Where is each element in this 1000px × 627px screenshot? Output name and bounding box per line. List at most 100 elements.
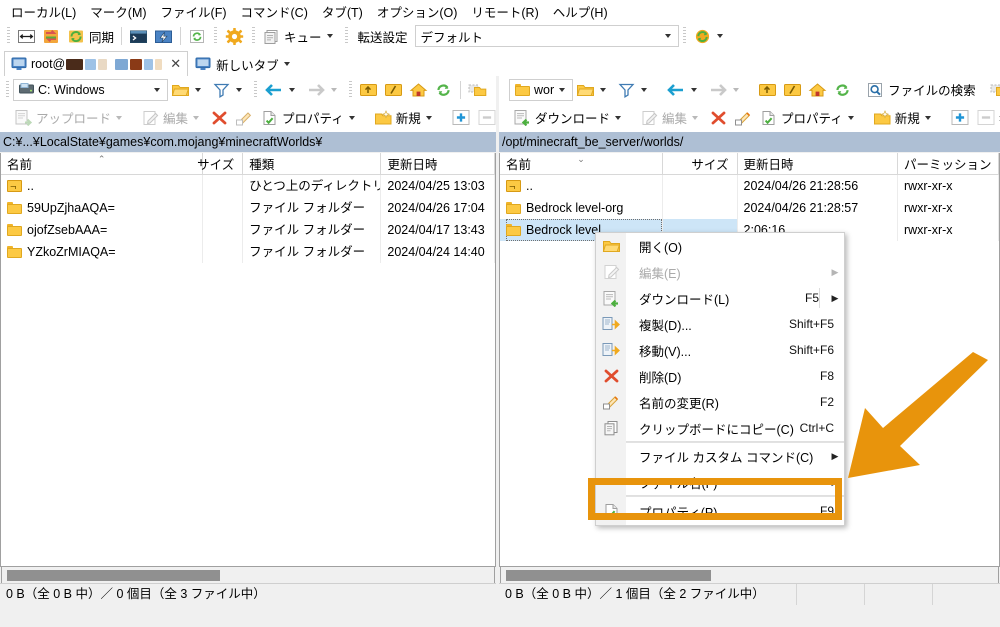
context-menu-item-properties[interactable]: プロパティ(P) F9 bbox=[605, 497, 844, 525]
remote-col-name[interactable]: 名前 ⌄ bbox=[500, 153, 664, 174]
transfer-settings-caret[interactable] bbox=[664, 34, 671, 38]
menu-item-options[interactable]: オプション(O) bbox=[370, 0, 465, 23]
local-col-modified[interactable]: 更新日時 bbox=[381, 153, 495, 174]
local-path-bar[interactable]: C:¥...¥LocalState¥games¥com.mojang¥minec… bbox=[0, 132, 496, 152]
remote-open-dir-button[interactable] bbox=[573, 78, 614, 102]
remote-home-dir-button[interactable] bbox=[805, 78, 830, 102]
transfer-settings-icon-button[interactable] bbox=[690, 24, 731, 48]
local-back-button[interactable] bbox=[261, 78, 303, 102]
queue-dropdown-caret[interactable] bbox=[326, 34, 333, 38]
transfer-settings-icon-caret[interactable] bbox=[716, 34, 723, 38]
remote-path-bar[interactable]: /opt/minecraft_be_server/worlds/ bbox=[499, 132, 1000, 152]
local-new-button[interactable]: 新規 bbox=[371, 106, 440, 130]
table-row[interactable]: .. 2024/04/26 21:28:56 rwxr-xr-x bbox=[500, 175, 999, 197]
menu-item-command[interactable]: コマンド(C) bbox=[234, 0, 315, 23]
local-select-more-button[interactable] bbox=[448, 106, 474, 130]
synchronize-button[interactable]: 同期 bbox=[64, 24, 117, 48]
menu-item-help[interactable]: ヘルプ(H) bbox=[546, 0, 615, 23]
tab-session-root[interactable]: root@ ✕ bbox=[4, 51, 189, 76]
remote-scroll-thumb[interactable] bbox=[506, 570, 711, 581]
file-context-menu[interactable]: 開く(O) 編集(E) ▶ ダウンロード(L) F5 ▶ 複製(D)... Sh… bbox=[595, 232, 845, 526]
menu-item-mark[interactable]: マーク(M) bbox=[83, 0, 153, 23]
toolbar-grip[interactable] bbox=[7, 27, 10, 45]
remote-properties-caret[interactable] bbox=[847, 115, 854, 120]
sync-browsing-button[interactable] bbox=[39, 24, 64, 48]
local-open-dir-caret[interactable] bbox=[195, 87, 201, 92]
open-terminal-button[interactable] bbox=[126, 24, 151, 48]
context-menu-item-rename[interactable]: 名前の変更(R) F2 bbox=[602, 389, 844, 415]
queue-button[interactable]: キュー bbox=[259, 24, 341, 48]
local-refresh-button[interactable] bbox=[431, 78, 456, 102]
local-new-dir-button[interactable] bbox=[465, 78, 490, 102]
submenu-arrow-icon[interactable]: ▶ bbox=[829, 293, 844, 304]
context-menu-item-download[interactable]: ダウンロード(L) F5 ▶ bbox=[603, 285, 844, 311]
context-menu-item-duplicate[interactable]: 複製(D)... Shift+F5 bbox=[602, 311, 844, 337]
local-filter-button[interactable] bbox=[209, 78, 250, 102]
remote-root-dir-button[interactable] bbox=[780, 78, 805, 102]
remote-new-button[interactable]: 新規 bbox=[870, 106, 939, 130]
context-menu-item-file-names[interactable]: ファイル名(F) ▶ bbox=[626, 469, 844, 495]
tab-close-icon[interactable]: ✕ bbox=[170, 56, 181, 72]
tab-new-caret[interactable] bbox=[283, 62, 290, 66]
table-row[interactable]: ojofZsebAAA= ファイル フォルダー 2024/04/17 13:43 bbox=[1, 219, 495, 241]
table-row[interactable]: Bedrock level-org 2024/04/26 21:28:57 rw… bbox=[500, 197, 999, 219]
local-col-size[interactable]: サイズ bbox=[197, 153, 244, 174]
toolbar-grip-5[interactable] bbox=[682, 27, 686, 45]
open-putty-button[interactable] bbox=[151, 24, 176, 48]
transfer-settings-combo[interactable]: デフォルト bbox=[414, 25, 679, 47]
local-properties-button[interactable]: プロパティ bbox=[257, 106, 363, 130]
local-delete-button[interactable] bbox=[207, 106, 232, 130]
local-nav-grip[interactable] bbox=[6, 80, 9, 99]
preferences-button[interactable] bbox=[221, 24, 248, 48]
local-properties-caret[interactable] bbox=[348, 115, 355, 120]
submenu-arrow-icon[interactable]: ▶ bbox=[829, 477, 844, 488]
remote-back-caret[interactable] bbox=[691, 87, 698, 92]
local-home-dir-button[interactable] bbox=[406, 78, 431, 102]
menu-item-remote[interactable]: リモート(R) bbox=[464, 0, 545, 23]
local-filter-caret[interactable] bbox=[236, 87, 242, 92]
remote-back-button[interactable] bbox=[663, 78, 705, 102]
submenu-arrow-icon[interactable]: ▶ bbox=[829, 451, 844, 462]
remote-properties-button[interactable]: プロパティ bbox=[756, 106, 862, 130]
tab-new[interactable]: 新しいタブ bbox=[188, 51, 302, 76]
local-root-dir-button[interactable] bbox=[381, 78, 406, 102]
menu-item-local[interactable]: ローカル(L) bbox=[4, 0, 83, 23]
local-file-list[interactable]: 名前 ⌃ サイズ 種類 更新日時 ⌐ .. ひとつ上のディレクトリ 2024/0… bbox=[0, 153, 496, 567]
file-search-button[interactable]: ファイルの検索 bbox=[863, 78, 979, 102]
menu-item-file[interactable]: ファイル(F) bbox=[154, 0, 234, 23]
toolbar-grip-2[interactable] bbox=[214, 27, 218, 45]
table-row[interactable]: .. ひとつ上のディレクトリ 2024/04/25 13:03 bbox=[1, 175, 495, 197]
download-button[interactable]: ダウンロード bbox=[509, 106, 629, 130]
menu-item-tab[interactable]: タブ(T) bbox=[315, 0, 370, 23]
context-menu-item-delete[interactable]: 削除(D) F8 bbox=[604, 363, 844, 389]
local-new-caret[interactable] bbox=[425, 115, 432, 120]
table-row[interactable]: YZkoZrMIAQA= ファイル フォルダー 2024/04/24 14:40 bbox=[1, 241, 495, 263]
remote-refresh-button[interactable] bbox=[830, 78, 855, 102]
local-nav-grip-3[interactable] bbox=[349, 80, 352, 99]
remote-parent-dir-button[interactable] bbox=[755, 78, 780, 102]
context-menu-item-copy-clipboard[interactable]: クリップボードにコピー(C) Ctrl+C bbox=[604, 415, 844, 441]
refresh-button[interactable] bbox=[185, 24, 210, 48]
remote-col-modified[interactable]: 更新日時 bbox=[738, 153, 898, 174]
remote-delete-button[interactable] bbox=[706, 106, 731, 130]
remote-rename-button[interactable] bbox=[731, 106, 756, 130]
download-caret[interactable] bbox=[615, 115, 622, 120]
context-menu-item-move[interactable]: 移動(V)... Shift+F6 bbox=[602, 337, 844, 363]
remote-filter-button[interactable] bbox=[614, 78, 655, 102]
remote-filter-caret[interactable] bbox=[641, 87, 648, 92]
local-drive-caret[interactable] bbox=[154, 87, 160, 92]
context-menu-item-open[interactable]: 開く(O) bbox=[602, 233, 844, 259]
remote-open-dir-caret[interactable] bbox=[600, 87, 607, 92]
toolbar-grip-3[interactable] bbox=[252, 27, 256, 45]
remote-dir-combo[interactable]: wor bbox=[509, 78, 574, 101]
remote-select-more-button[interactable] bbox=[947, 106, 973, 130]
table-row[interactable]: 59UpZjhaAQA= ファイル フォルダー 2024/04/26 17:04 bbox=[1, 197, 495, 219]
local-open-dir-button[interactable] bbox=[168, 78, 209, 102]
remote-dir-caret[interactable] bbox=[559, 87, 566, 92]
local-col-name[interactable]: 名前 ⌃ bbox=[1, 153, 204, 174]
remote-col-size[interactable]: サイズ bbox=[663, 153, 738, 174]
remote-new-dir-button[interactable] bbox=[987, 78, 1000, 102]
local-drive-combo[interactable]: C: Windows bbox=[13, 78, 168, 101]
remote-col-permission[interactable]: パーミッション bbox=[898, 153, 999, 174]
context-menu-item-custom-commands[interactable]: ファイル カスタム コマンド(C) ▶ bbox=[626, 443, 844, 469]
